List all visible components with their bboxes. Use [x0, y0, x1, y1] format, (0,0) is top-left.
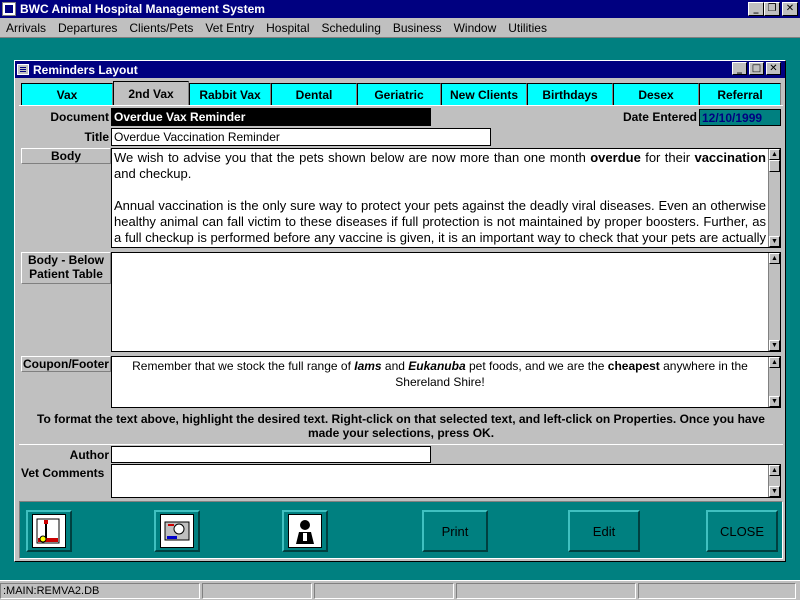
tab-dental[interactable]: Dental [271, 83, 357, 105]
status-pane-5 [638, 582, 796, 599]
scroll-thumb[interactable] [769, 160, 780, 172]
body-paragraph-1: We wish to advise you that the pets show… [114, 150, 766, 181]
close-button[interactable]: CLOSE [706, 510, 778, 552]
body-textarea[interactable]: We wish to advise you that the pets show… [111, 148, 781, 248]
menu-departures[interactable]: Departures [52, 21, 123, 35]
close-window-button[interactable]: ✕ [782, 2, 798, 16]
dialog-title-bar: Reminders Layout _ □ ✕ [15, 61, 785, 78]
body-below-scrollbar[interactable]: ▲ ▼ [768, 253, 780, 351]
date-entered-label: Date Entered [622, 110, 697, 124]
app-icon[interactable] [2, 2, 16, 16]
author-button[interactable] [282, 510, 328, 552]
body-below-label: Body - Below Patient Table [21, 252, 111, 284]
status-bar: :MAIN:REMVA2.DB [0, 580, 800, 600]
divider [19, 444, 783, 445]
app-title-bar: BWC Animal Hospital Management System _ … [0, 0, 800, 18]
body-label: Body [21, 148, 111, 164]
preview-button[interactable] [154, 510, 200, 552]
scroll-up-arrow-icon[interactable]: ▲ [769, 149, 780, 160]
menu-bar: Arrivals Departures Clients/Pets Vet Ent… [0, 18, 800, 38]
reminder-form: Document Overdue Vax Reminder Date Enter… [19, 105, 783, 498]
dialog-controls: _ □ ✕ [732, 62, 781, 75]
document-label: Document [50, 110, 109, 124]
vet-comments-scrollbar[interactable]: ▲ ▼ [768, 465, 780, 497]
coupon-footer-textarea[interactable]: Remember that we stock the full range of… [111, 356, 781, 408]
status-path: :MAIN:REMVA2.DB [0, 582, 200, 599]
title-label: Title [84, 130, 109, 144]
menu-arrivals[interactable]: Arrivals [0, 21, 52, 35]
status-pane-2 [202, 582, 312, 599]
tab-2nd-vax[interactable]: 2nd Vax [113, 81, 189, 105]
vet-comments-label: Vet Comments [21, 466, 105, 480]
print-button[interactable]: Print [422, 510, 488, 552]
tab-new-clients[interactable]: New Clients [441, 83, 527, 105]
menu-window[interactable]: Window [448, 21, 503, 35]
document-field[interactable]: Overdue Vax Reminder [111, 108, 431, 126]
author-field[interactable] [111, 446, 431, 463]
title-field[interactable]: Overdue Vaccination Reminder [111, 128, 491, 146]
coupon-scrollbar[interactable]: ▲ ▼ [768, 357, 780, 407]
scroll-down-arrow-icon[interactable]: ▼ [769, 340, 780, 351]
preview-icon [160, 514, 194, 548]
menu-business[interactable]: Business [387, 21, 448, 35]
scroll-down-arrow-icon[interactable]: ▼ [769, 236, 780, 247]
format-instructions: To format the text above, highlight the … [37, 412, 765, 440]
edit-document-icon [32, 514, 66, 548]
tab-rabbit-vax[interactable]: Rabbit Vax [189, 83, 271, 105]
menu-utilities[interactable]: Utilities [502, 21, 553, 35]
dialog-title: Reminders Layout [33, 62, 138, 77]
reminders-layout-window: Reminders Layout _ □ ✕ Vax 2nd Vax Rabbi… [14, 60, 786, 562]
minimize-button[interactable]: _ [748, 2, 764, 16]
coupon-footer-label: Coupon/Footer [21, 356, 111, 372]
status-pane-4 [456, 582, 636, 599]
window-controls: _ ❐ ✕ [748, 2, 798, 16]
date-entered-field[interactable]: 12/10/1999 [699, 109, 781, 126]
body-scrollbar[interactable]: ▲ ▼ [768, 149, 780, 247]
action-button-bar: Print Edit CLOSE [19, 501, 783, 559]
person-icon [288, 514, 322, 548]
dialog-close-button[interactable]: ✕ [766, 62, 781, 75]
edit-button[interactable]: Edit [568, 510, 640, 552]
scroll-up-arrow-icon[interactable]: ▲ [769, 357, 780, 368]
vet-comments-textarea[interactable]: ▲ ▼ [111, 464, 781, 498]
author-label: Author [69, 448, 109, 462]
scroll-up-arrow-icon[interactable]: ▲ [769, 465, 780, 476]
app-title: BWC Animal Hospital Management System [20, 2, 265, 16]
menu-hospital[interactable]: Hospital [260, 21, 315, 35]
scroll-up-arrow-icon[interactable]: ▲ [769, 253, 780, 264]
status-pane-3 [314, 582, 454, 599]
dialog-icon[interactable] [17, 64, 29, 75]
tab-geriatric[interactable]: Geriatric [357, 83, 441, 105]
edit-layout-button[interactable] [26, 510, 72, 552]
tab-birthdays[interactable]: Birthdays [527, 83, 613, 105]
dialog-minimize-button[interactable]: _ [732, 62, 747, 75]
restore-button[interactable]: ❐ [764, 2, 780, 16]
menu-scheduling[interactable]: Scheduling [315, 21, 386, 35]
scroll-down-arrow-icon[interactable]: ▼ [769, 396, 780, 407]
scroll-down-arrow-icon[interactable]: ▼ [769, 486, 780, 497]
tab-referral[interactable]: Referral [699, 83, 781, 105]
menu-vet-entry[interactable]: Vet Entry [199, 21, 260, 35]
body-paragraph-2: Annual vaccination is the only sure way … [114, 198, 766, 247]
tab-strip: Vax 2nd Vax Rabbit Vax Dental Geriatric … [21, 81, 781, 105]
menu-clients-pets[interactable]: Clients/Pets [123, 21, 199, 35]
dialog-maximize-button[interactable]: □ [749, 62, 764, 75]
tab-desex[interactable]: Desex [613, 83, 699, 105]
body-below-textarea[interactable]: ▲ ▼ [111, 252, 781, 352]
tab-vax[interactable]: Vax [21, 83, 113, 105]
